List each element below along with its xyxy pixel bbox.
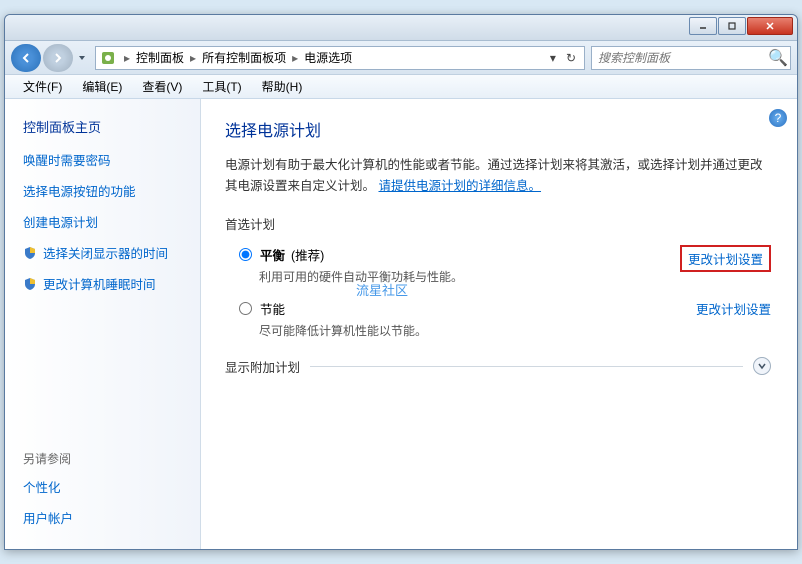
see-also-label: 另请参阅 [23,450,190,467]
breadcrumb-all-items[interactable]: 所有控制面板项 [200,49,288,66]
sidebar-item-label: 更改计算机睡眠时间 [43,274,156,293]
maximize-button[interactable] [718,17,746,35]
breadcrumb-power-options[interactable]: 电源选项 [302,49,354,66]
plan-balanced-desc: 利用可用的硬件自动平衡功耗与性能。 [239,268,680,285]
plan-saver-radio[interactable] [239,302,252,315]
menu-edit[interactable]: 编辑(E) [72,76,132,97]
plan-saver-desc: 尽可能降低计算机性能以节能。 [239,322,696,339]
preferred-plans-label: 首选计划 [225,214,771,233]
sidebar-sleep-time[interactable]: 更改计算机睡眠时间 [23,274,190,293]
plan-balanced-radio-label[interactable]: 平衡 (推荐) [239,245,680,264]
divider [310,366,743,367]
address-dropdown-icon[interactable]: ▾ [546,51,560,65]
additional-plans-row[interactable]: 显示附加计划 [225,353,771,380]
menu-view[interactable]: 查看(V) [132,76,192,97]
plan-name-text: 平衡 [260,245,285,264]
plan-recommended-tag: (推荐) [291,245,324,264]
menu-tools[interactable]: 工具(T) [192,76,251,97]
chevron-right-icon: ▸ [120,51,134,65]
nav-history-dropdown[interactable] [75,54,89,62]
sidebar: 控制面板主页 唤醒时需要密码 选择电源按钮的功能 创建电源计划 选择关闭显示器的… [5,99,201,549]
main-panel: ? 选择电源计划 电源计划有助于最大化计算机的性能或者节能。通过选择计划来将其激… [201,99,797,549]
refresh-icon[interactable]: ↻ [562,51,580,65]
chevron-right-icon: ▸ [186,51,200,65]
more-info-link[interactable]: 请提供电源计划的详细信息。 [379,179,542,193]
minimize-button[interactable] [689,17,717,35]
forward-button[interactable] [43,44,73,72]
shield-icon [23,246,37,260]
plan-saver-radio-label[interactable]: 节能 [239,299,696,318]
navbar: ▸ 控制面板 ▸ 所有控制面板项 ▸ 电源选项 ▾ ↻ 🔍 [5,41,797,75]
search-box[interactable]: 🔍 [591,46,791,70]
plan-balanced-radio[interactable] [239,248,252,261]
change-plan-settings-saver[interactable]: 更改计划设置 [696,299,771,318]
sidebar-user-accounts[interactable]: 用户帐户 [23,508,190,527]
help-icon[interactable]: ? [769,109,787,127]
page-title: 选择电源计划 [225,117,771,141]
menu-file[interactable]: 文件(F) [13,76,72,97]
chevron-down-icon[interactable] [753,357,771,375]
sidebar-item-label: 唤醒时需要密码 [23,150,111,169]
chevron-right-icon: ▸ [288,51,302,65]
explorer-window: ▸ 控制面板 ▸ 所有控制面板项 ▸ 电源选项 ▾ ↻ 🔍 文件(F) 编辑(E… [4,14,798,550]
sidebar-display-off[interactable]: 选择关闭显示器的时间 [23,243,190,262]
search-icon[interactable]: 🔍 [768,48,784,68]
additional-plans-label: 显示附加计划 [225,357,300,376]
sidebar-item-label: 创建电源计划 [23,212,98,231]
plan-name-text: 节能 [260,299,285,318]
sidebar-item-label: 选择电源按钮的功能 [23,181,136,200]
menubar: 文件(F) 编辑(E) 查看(V) 工具(T) 帮助(H) [5,75,797,99]
sidebar-home-link[interactable]: 控制面板主页 [23,117,190,136]
sidebar-item-label: 选择关闭显示器的时间 [43,243,168,262]
search-input[interactable] [598,51,768,65]
sidebar-create-plan[interactable]: 创建电源计划 [23,212,190,231]
close-button[interactable] [747,17,793,35]
address-bar[interactable]: ▸ 控制面板 ▸ 所有控制面板项 ▸ 电源选项 ▾ ↻ [95,46,585,70]
description-text: 电源计划有助于最大化计算机的性能或者节能。通过选择计划来将其激活，或选择计划并通… [225,155,771,198]
menu-help[interactable]: 帮助(H) [252,76,313,97]
breadcrumb-control-panel[interactable]: 控制面板 [134,49,186,66]
control-panel-icon [100,50,116,66]
sidebar-require-password[interactable]: 唤醒时需要密码 [23,150,190,169]
sidebar-power-button[interactable]: 选择电源按钮的功能 [23,181,190,200]
change-plan-settings-balanced[interactable]: 更改计划设置 [680,245,771,272]
body: 控制面板主页 唤醒时需要密码 选择电源按钮的功能 创建电源计划 选择关闭显示器的… [5,99,797,549]
plan-power-saver: 节能 尽可能降低计算机性能以节能。 更改计划设置 [239,299,771,339]
sidebar-personalization[interactable]: 个性化 [23,477,190,496]
plan-balanced: 平衡 (推荐) 利用可用的硬件自动平衡功耗与性能。 更改计划设置 [239,245,771,285]
titlebar [5,15,797,41]
shield-icon [23,277,37,291]
plan-list: 平衡 (推荐) 利用可用的硬件自动平衡功耗与性能。 更改计划设置 节能 尽可能降… [225,245,771,339]
back-button[interactable] [11,44,41,72]
